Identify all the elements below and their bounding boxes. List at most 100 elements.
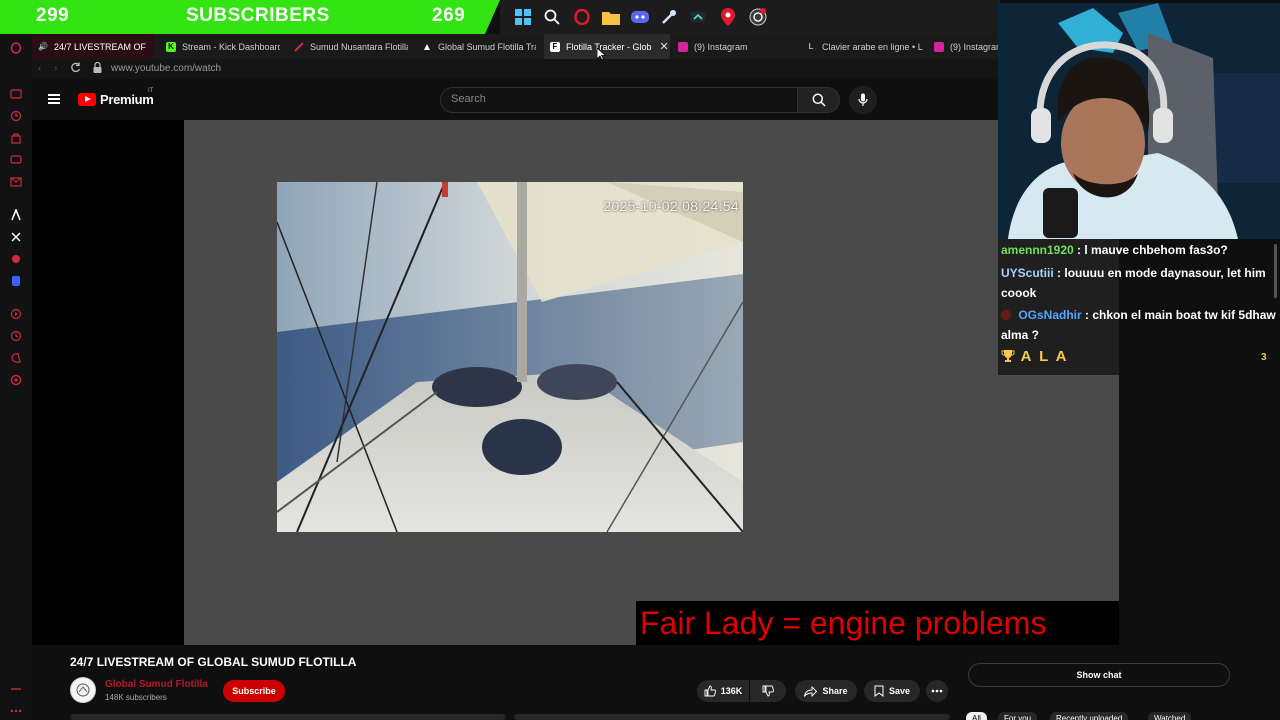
top-chatter-name: A L A [1020,348,1069,365]
kick-icon: K [166,41,176,52]
thumbs-up-icon [704,685,716,697]
triangle-icon [422,42,432,52]
top-chatter: A L A [1001,348,1068,365]
player-icon[interactable] [10,308,22,320]
chip-watched[interactable]: Watched [1148,712,1192,720]
channel-name[interactable]: Global Sumud Flotilla [105,679,208,690]
chat-text: : l mauve chbehom fas3o? [1077,243,1228,257]
tab-livestream[interactable]: 🔊 24/7 LIVESTREAM OF [32,34,154,59]
steam-icon[interactable] [659,7,679,27]
description-box[interactable] [70,714,506,720]
opera-menu-icon[interactable] [10,42,22,54]
video-title: 24/7 LIVESTREAM OF GLOBAL SUMUD FLOTILLA [70,655,357,669]
chat-username: amennn1920 [1001,243,1074,257]
voice-search-button[interactable] [849,86,877,114]
youtube-brand[interactable]: Premium [100,92,154,107]
history-icon[interactable] [10,110,22,122]
url-text[interactable]: www.youtube.com/watch [111,63,221,74]
player-side-area [32,120,184,645]
browser-sidebar [0,34,32,720]
tab-sumud-nusantara[interactable]: Sumud Nusantara Flotilla [288,34,408,59]
tab-label: 24/7 LIVESTREAM OF [54,41,147,52]
chat-message: UYScutiii : louuuu en mode daynasour, le… [1001,263,1277,303]
webcam-overlay [998,3,1280,239]
video-timestamp: 2025-10-02 08:24:54 [603,198,739,214]
lock-icon[interactable] [93,61,102,76]
top-chatter-count: 3 [1261,352,1267,363]
clock-icon[interactable] [10,330,22,342]
close-tab-icon[interactable]: ✕ [660,40,669,53]
back-icon[interactable]: ‹ [38,63,41,74]
vk-icon[interactable] [10,253,22,265]
search-button[interactable] [798,87,840,113]
trophy-icon [1001,350,1015,362]
aria-icon[interactable] [10,207,22,221]
like-count: 136K [720,686,743,696]
discord-icon[interactable] [630,7,650,27]
chip-recently-uploaded[interactable]: Recently uploaded [1050,712,1129,720]
save-label: Save [888,686,911,696]
tab-clavier-arabe[interactable]: L Clavier arabe en ligne • L [800,34,926,59]
tab-flotilla-tracker[interactable]: F Flotilla Tracker - Glob ✕ [544,34,670,59]
subscriber-count-right: 269 [432,5,466,26]
show-chat-button[interactable]: Show chat [968,663,1230,687]
search-box [440,87,798,113]
more-actions-button[interactable] [926,680,948,702]
chip-all[interactable]: All [966,712,987,720]
extensions-icon[interactable] [10,352,22,364]
lexilogos-icon: L [808,41,814,51]
search-icon[interactable] [542,7,562,27]
youtube-logo-icon[interactable] [78,93,96,106]
tab-label: Clavier arabe en ligne • L [822,41,923,52]
video-player[interactable]: 2025-10-02 08:24:54 Fair Lady = engine p… [184,120,1119,645]
taskbar [500,0,1000,34]
windows-start-icon[interactable] [513,7,533,27]
chat-username: OGsNadhir [1018,308,1082,322]
gx-icon[interactable] [10,684,22,696]
app-icon[interactable] [688,7,708,27]
x-twitter-icon[interactable] [10,231,22,243]
bookmark-icon [874,685,884,697]
badge-icon [1001,310,1011,320]
reload-icon[interactable] [70,62,81,76]
settings-icon[interactable] [10,374,22,386]
tab-instagram[interactable]: (9) Instagram [672,34,796,59]
screen: 299 SUBSCRIBERS 269 🔊 24/7 LIVESTREAM OF… [0,0,1280,720]
save-button[interactable]: Save [864,680,920,702]
like-button[interactable]: 136K [697,680,749,702]
bag-icon[interactable] [10,132,22,144]
instagram-icon [934,41,944,52]
obs-icon[interactable] [748,7,768,27]
share-button[interactable]: Share [795,680,857,702]
tab-instagram-2[interactable]: (9) Instagram [928,34,1000,59]
shield-icon[interactable] [10,275,22,287]
search-input[interactable] [451,93,781,105]
more-horizontal-icon [931,689,943,693]
chip-for-you[interactable]: For you [998,712,1038,720]
instagram-icon [678,41,688,52]
channel-avatar[interactable] [70,677,96,703]
subscriber-count-left: 299 [36,5,70,26]
folder-icon[interactable] [601,7,621,27]
chat-message: amennn1920 : l mauve chbehom fas3o? [1001,240,1277,260]
messenger-icon[interactable] [10,154,22,166]
dislike-button[interactable] [750,680,786,702]
maps-pin-icon[interactable] [718,7,738,27]
video-frame[interactable]: 2025-10-02 08:24:54 [277,182,743,532]
speed-dial-icon[interactable] [10,88,22,100]
channel-subscribers: 148K subscribers [105,693,167,702]
mail-icon[interactable] [10,176,22,188]
more-icon[interactable] [10,704,22,716]
menu-icon[interactable] [48,94,60,104]
tab-global-sumud-tracker[interactable]: Global Sumud Flotilla Tra [416,34,536,59]
chat-overlay: amennn1920 : l mauve chbehom fas3o? UYSc… [998,239,1280,375]
forward-icon[interactable]: › [54,63,57,74]
tracker-icon: F [550,41,560,52]
tab-kick-dashboard[interactable]: K Stream - Kick Dashboard [160,34,280,59]
chat-scrollbar[interactable] [1274,244,1277,298]
tab-strip: 🔊 24/7 LIVESTREAM OF K Stream - Kick Das… [32,34,1000,59]
description-box-right[interactable] [514,714,950,720]
opera-icon[interactable] [572,7,592,27]
speaker-icon: 🔊 [38,41,48,51]
subscribe-button[interactable]: Subscribe [223,680,285,702]
